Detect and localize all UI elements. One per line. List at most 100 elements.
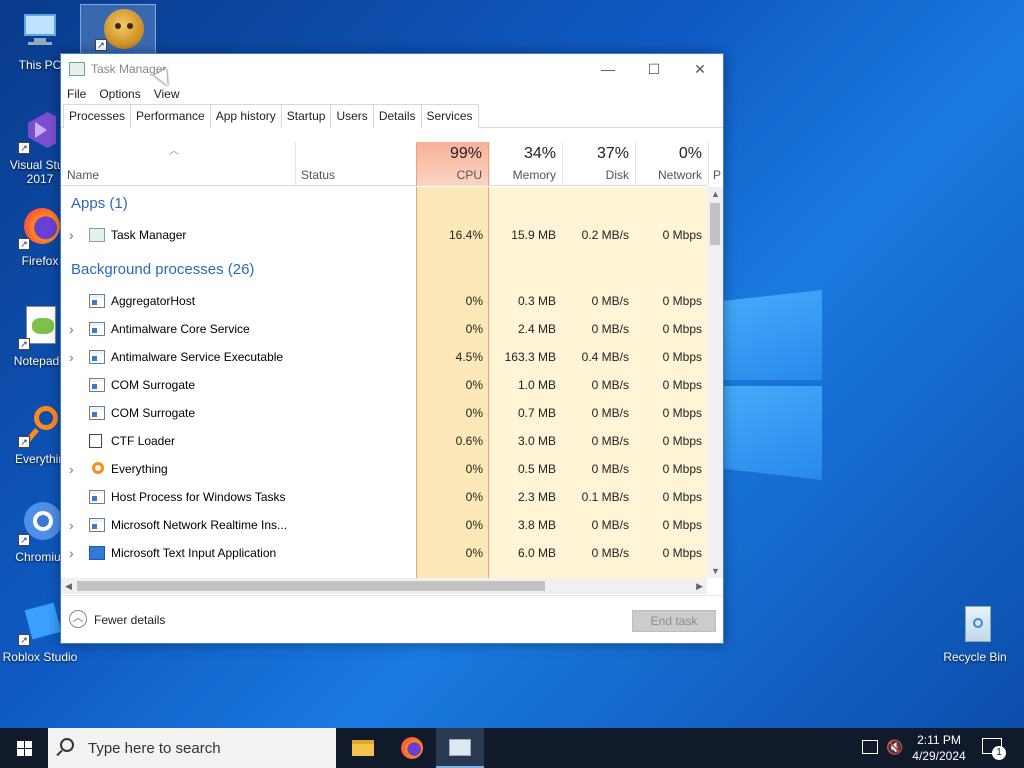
taskbar-file-explorer[interactable] (338, 728, 386, 768)
process-row[interactable]: COM Surrogate 0% 1.0 MB 0 MB/s 0 Mbps (61, 371, 707, 399)
task-manager-icon (89, 228, 105, 242)
group-header-apps[interactable]: Apps (1) (71, 187, 128, 221)
search-placeholder: Type here to search (88, 740, 221, 757)
volume-muted-icon[interactable]: 🔇 (886, 739, 903, 756)
tab-processes[interactable]: Processes (63, 104, 132, 129)
expand-chevron-icon[interactable]: › (69, 228, 79, 242)
window-app-icon (89, 406, 105, 420)
memory-column-label: Memory (512, 168, 556, 182)
process-row[interactable]: › Antimalware Core Service 0% 2.4 MB 0 MB/s 0… (61, 315, 707, 343)
minimize-button[interactable]: — (585, 54, 631, 84)
task-manager-window[interactable]: Task Manager — ☐ ✕ File Options View Pro… (60, 53, 724, 644)
column-header-name[interactable]: ︿ Name (61, 142, 295, 186)
fewer-details-link[interactable]: Fewer details (94, 613, 165, 627)
taskbar-firefox[interactable] (388, 728, 436, 768)
everything-magnifier-icon (92, 462, 104, 474)
taskbar-task-manager[interactable] (436, 728, 484, 768)
network-column-label: Network (657, 168, 702, 182)
process-name: Task Manager (111, 228, 187, 242)
column-header-status[interactable]: Status (295, 142, 416, 186)
menu-file[interactable]: File (67, 87, 86, 101)
process-memory-value: 6.0 MB (517, 546, 556, 560)
process-list: Apps (1) › Task Manager 16.4% 15.9 MB 0.2 MB/… (61, 187, 707, 578)
process-name: Microsoft Network Realtime Ins... (111, 518, 288, 532)
group-header-background[interactable]: Background processes (26) (71, 253, 254, 287)
disk-column-label: Disk (605, 168, 629, 182)
process-row[interactable]: Host Process for Windows Tasks 0% 2.3 MB 0.… (61, 483, 707, 511)
scroll-down-arrow-icon[interactable]: ▼ (711, 566, 720, 576)
shortcut-arrow-icon: ↗ (18, 534, 30, 546)
scroll-right-arrow-icon[interactable]: ▶ (696, 581, 703, 592)
taskbar: Type here to search 🔇 2:11 PM 4/29/2024 … (0, 728, 1024, 768)
process-network-value: 0 Mbps (662, 490, 702, 504)
vertical-scroll-thumb[interactable] (710, 203, 720, 245)
process-row[interactable]: › Everything 0% 0.5 MB 0 MB/s 0 Mbps (61, 455, 707, 483)
expand-chevron-icon[interactable]: › (69, 350, 79, 364)
tab-details[interactable]: Details (372, 104, 422, 128)
visual-studio-icon: ↗ (18, 110, 62, 154)
process-name: AggregatorHost (111, 294, 196, 308)
network-icon[interactable] (862, 740, 878, 754)
end-task-button[interactable]: End task (632, 610, 716, 632)
process-row[interactable]: AggregatorHost 0% 0.3 MB 0 MB/s 0 Mbps (61, 287, 707, 315)
process-row[interactable]: › Antimalware Service Executable 4.5% 163.3… (61, 343, 707, 371)
tab-startup[interactable]: Startup (280, 104, 332, 128)
roblox-studio-icon: ↗ (18, 602, 62, 646)
menu-options[interactable]: Options (99, 87, 140, 101)
task-manager-icon (449, 739, 471, 756)
column-header-memory[interactable]: 34% Memory (489, 142, 562, 186)
process-cpu-value: 4.5% (455, 350, 483, 364)
process-row[interactable]: CTF Loader 0.6% 3.0 MB 0 MB/s 0 Mbps (61, 427, 707, 455)
tab-services[interactable]: Services (420, 104, 479, 128)
expand-chevron-icon[interactable]: › (69, 462, 79, 476)
shortcut-arrow-icon: ↗ (18, 238, 30, 250)
process-network-value: 0 Mbps (662, 322, 702, 336)
process-cpu-value: 0% (465, 322, 483, 336)
process-memory-value: 15.9 MB (511, 228, 556, 242)
horizontal-scroll-thumb[interactable] (77, 581, 545, 591)
menu-view[interactable]: View (154, 87, 180, 101)
taskbar-clock[interactable]: 2:11 PM 4/29/2024 (904, 732, 974, 764)
windows-wallpaper-logo (724, 290, 822, 480)
process-name: Everything (111, 462, 168, 476)
chevron-up-circle-icon[interactable]: ︿ (69, 610, 87, 628)
process-row[interactable]: › Microsoft Text Input Application 0% 6.0 M… (61, 539, 707, 567)
tab-app-history[interactable]: App history (209, 104, 282, 128)
tab-users[interactable]: Users (330, 104, 374, 128)
expand-chevron-icon[interactable]: › (69, 546, 79, 560)
process-disk-value: 0 MB/s (591, 378, 629, 392)
start-button[interactable] (0, 728, 48, 768)
process-memory-value: 3.0 MB (517, 434, 556, 448)
scroll-left-arrow-icon[interactable]: ◀ (65, 581, 72, 592)
process-cpu-value: 0% (465, 546, 483, 560)
column-header-power[interactable]: P (708, 142, 723, 186)
window-app-icon (89, 490, 105, 504)
maximize-button[interactable]: ☐ (631, 54, 677, 84)
process-name: COM Surrogate (111, 378, 196, 392)
recycle-bin-icon (953, 602, 997, 646)
expand-chevron-icon[interactable]: › (69, 518, 79, 532)
expand-chevron-icon[interactable]: › (69, 322, 79, 336)
column-status-label: Status (301, 168, 336, 182)
tab-performance[interactable]: Performance (130, 104, 211, 128)
desktop-icon-selected[interactable]: ↗ (80, 4, 156, 54)
process-memory-value: 0.3 MB (517, 294, 556, 308)
process-cpu-value: 0% (465, 518, 483, 532)
column-header-cpu[interactable]: 99% CPU (416, 142, 489, 186)
desktop-icon-label: Roblox Studio (2, 650, 78, 664)
close-button[interactable]: ✕ (677, 54, 723, 84)
process-name: CTF Loader (111, 434, 176, 448)
process-network-value: 0 Mbps (662, 350, 702, 364)
taskbar-search-box[interactable]: Type here to search (48, 728, 336, 768)
process-name: Antimalware Core Service (111, 322, 250, 336)
process-row[interactable]: COM Surrogate 0% 0.7 MB 0 MB/s 0 Mbps (61, 399, 707, 427)
column-header-disk[interactable]: 37% Disk (562, 142, 635, 186)
scroll-up-arrow-icon[interactable]: ▲ (711, 189, 720, 199)
process-network-value: 0 Mbps (662, 518, 702, 532)
column-header-network[interactable]: 0% Network (635, 142, 708, 186)
process-row[interactable]: › Microsoft Network Realtime Ins... 0% 3.8 … (61, 511, 707, 539)
desktop-icon-recycle-bin[interactable]: Recycle Bin (936, 602, 1014, 664)
horizontal-scrollbar[interactable]: ◀ ▶ (61, 578, 707, 594)
vertical-scrollbar[interactable]: ▲ ▼ (707, 187, 723, 578)
process-row[interactable]: › Task Manager 16.4% 15.9 MB 0.2 MB/s 0 Mbps (61, 221, 707, 249)
